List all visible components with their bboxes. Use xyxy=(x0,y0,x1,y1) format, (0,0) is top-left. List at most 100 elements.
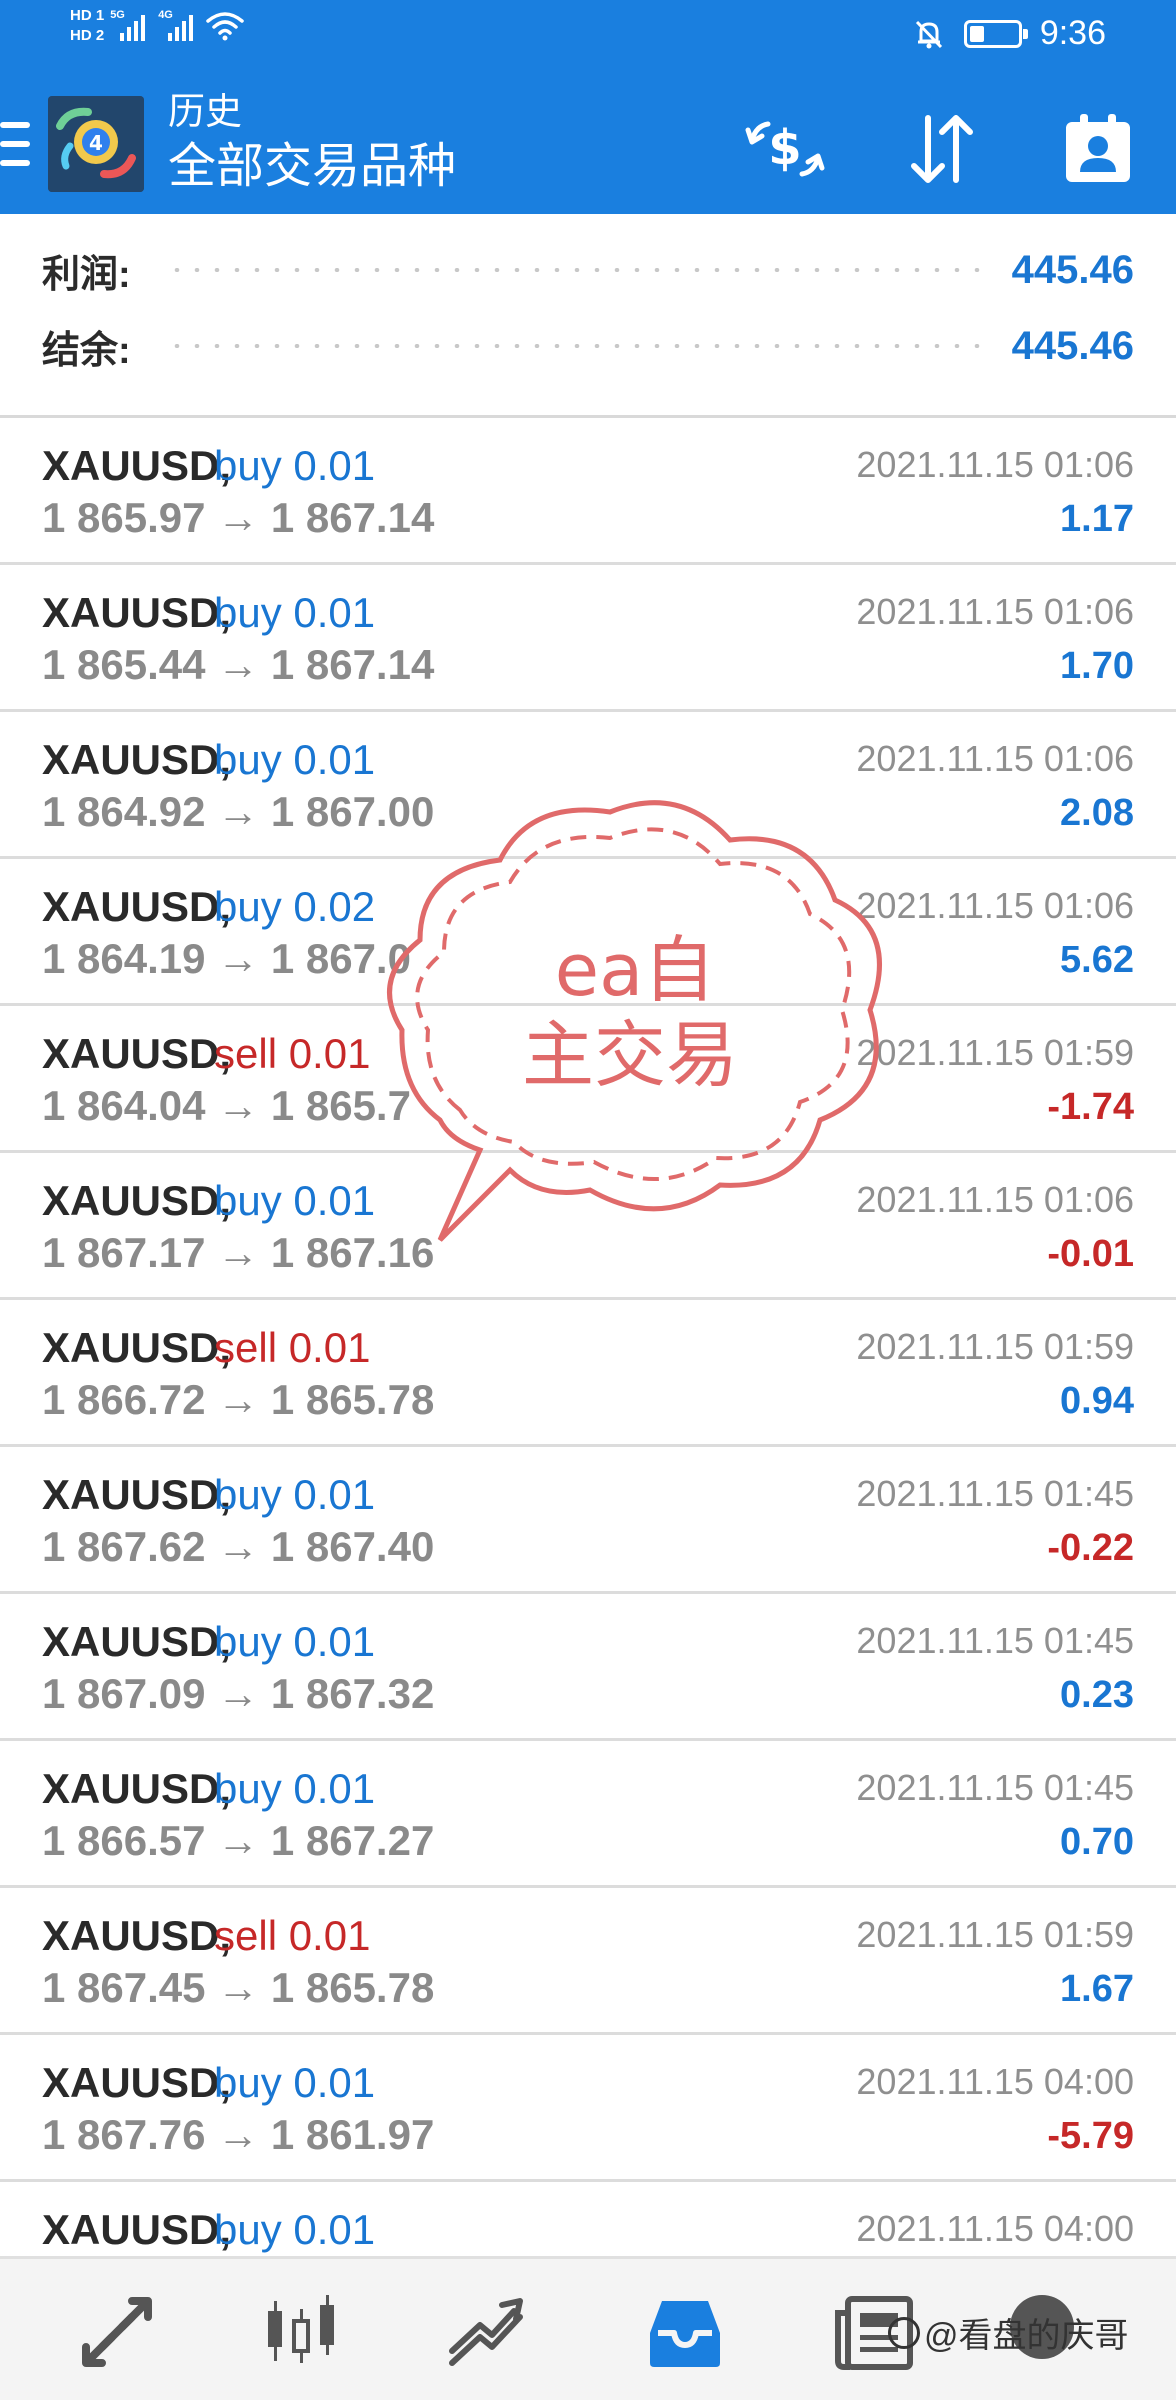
trade-action: buy 0.01 xyxy=(214,1618,376,1665)
trade-prices: 1 867.76 → 1 861.97 xyxy=(42,2111,435,2158)
trade-action: buy 0.02 xyxy=(214,883,376,930)
battery-icon xyxy=(963,19,1028,48)
trade-profit: 5.62 xyxy=(1060,939,1134,981)
trade-time: 2021.11.15 01:59 xyxy=(856,1326,1134,1367)
trade-time: 2021.11.15 01:06 xyxy=(856,738,1134,779)
trade-prices: 1 867.62 → 1 867.40 xyxy=(42,1523,435,1570)
trade-symbol: XAUUSD, xyxy=(42,736,232,783)
status-right: 9:36 xyxy=(912,14,1106,53)
trade-row[interactable]: XAUUSD, buy 0.01 1 865.97 → 1 867.14 2021.1… xyxy=(0,418,1176,565)
trade-symbol: XAUUSD, xyxy=(42,1765,232,1812)
trade-time: 2021.11.15 01:45 xyxy=(856,1767,1134,1808)
bell-muted-icon xyxy=(915,20,942,48)
trade-profit: -0.22 xyxy=(1047,1527,1134,1569)
trade-prices: 1 867.45 → 1 865.78 xyxy=(42,1964,435,2011)
sort-icon[interactable] xyxy=(898,106,984,192)
trade-profit: -1.74 xyxy=(1047,1086,1134,1128)
account-summary: 利润: 445.46 结余: 445.46 xyxy=(0,214,1176,418)
trade-symbol: XAUUSD, xyxy=(42,1471,232,1518)
trade-action: sell 0.01 xyxy=(214,1912,371,1959)
trade-profit: -5.79 xyxy=(1047,2115,1134,2157)
trade-time: 2021.11.15 01:59 xyxy=(856,1914,1134,1955)
trade-profit: 1.17 xyxy=(1060,498,1134,540)
hd-indicators: HD 1 HD 2 xyxy=(70,8,104,44)
balance-value: 445.46 xyxy=(1011,323,1134,368)
trade-prices: 1 865.44 → 1 867.14 xyxy=(42,641,435,688)
dotted-leader xyxy=(166,268,990,272)
trade-symbol: XAUUSD, xyxy=(42,1324,232,1371)
trade-prices: 1 866.72 → 1 865.78 xyxy=(42,1376,435,1423)
trade-symbol: XAUUSD, xyxy=(42,589,232,636)
trade-time: 2021.11.15 01:06 xyxy=(856,1179,1134,1220)
history-icon[interactable] xyxy=(640,2287,730,2377)
app-header: 4 历史 全部交易品种 $ xyxy=(0,80,1176,214)
ea-auto-trade-stamp: ea自 主交易 xyxy=(387,800,882,1242)
hd2-label: HD 2 xyxy=(70,27,105,44)
trade-action: buy 0.01 xyxy=(214,1765,376,1812)
trade-prices: 1 867.17 → 1 867.16 xyxy=(42,1229,435,1276)
stamp-line2: 主交易 xyxy=(522,1013,738,1097)
profit-value: 445.46 xyxy=(1011,247,1134,292)
trade-symbol: XAUUSD, xyxy=(42,1177,232,1224)
trade-action: buy 0.01 xyxy=(214,2206,376,2253)
trade-profit: 0.94 xyxy=(1060,1380,1134,1422)
trade-action: buy 0.01 xyxy=(214,2059,376,2106)
trade-time: 2021.11.15 04:00 xyxy=(856,2208,1134,2249)
trade-row[interactable]: XAUUSD, sell 0.01 1 867.45 → 1 865.78 2021.… xyxy=(0,1888,1176,2035)
watermark: @看盘的庆哥 xyxy=(888,2308,1129,2357)
menu-icon[interactable] xyxy=(0,122,30,166)
dotted-leader xyxy=(166,344,990,348)
signal-icon-4g: 4G xyxy=(158,9,200,41)
stamp-line1: ea自 xyxy=(555,928,715,1012)
trade-action: buy 0.01 xyxy=(214,589,376,636)
trade-time: 2021.11.15 01:45 xyxy=(856,1620,1134,1661)
trade-row[interactable]: XAUUSD, buy 0.01 1 867.76 → 1 861.97 2021.1… xyxy=(0,2035,1176,2182)
trade-profit: 2.08 xyxy=(1060,792,1134,834)
header-title[interactable]: 全部交易品种 xyxy=(168,138,456,196)
trade-action: buy 0.01 xyxy=(214,1471,376,1518)
trade-row[interactable]: XAUUSD, sell 0.01 1 866.72 → 1 865.78 2021.… xyxy=(0,1300,1176,1447)
trade-row[interactable]: XAUUSD, buy 0.01 1 866.57 → 1 867.27 2021.1… xyxy=(0,1741,1176,1888)
trade-row[interactable]: XAUUSD, buy 0.01 1 867.09 → 1 867.32 2021.1… xyxy=(0,1594,1176,1741)
contact-card-icon[interactable] xyxy=(1054,106,1140,192)
trade-profit: -0.01 xyxy=(1047,1233,1134,1275)
trade-prices: 1 864.92 → 1 867.00 xyxy=(42,788,435,835)
svg-text:$: $ xyxy=(768,120,801,176)
trade-action: buy 0.01 xyxy=(214,736,376,783)
balance-row: 结余: 445.46 xyxy=(42,308,1134,384)
trade-symbol: XAUUSD, xyxy=(42,2206,232,2253)
trade-row[interactable]: XAUUSD, buy 0.01 1 867.62 → 1 867.40 2021.1… xyxy=(0,1447,1176,1594)
mt4-logo: 4 xyxy=(48,96,144,192)
profit-label: 利润: xyxy=(42,253,131,296)
trade-profit: 0.70 xyxy=(1060,1821,1134,1863)
trade-action: sell 0.01 xyxy=(214,1030,371,1077)
signal-icon-5g: 5G xyxy=(110,9,152,41)
balance-label: 结余: xyxy=(42,329,131,372)
status-left: HD 1 HD 2 5G 4G xyxy=(70,8,244,44)
trade-profit: 1.67 xyxy=(1060,1968,1134,2010)
trade-symbol: XAUUSD, xyxy=(42,1618,232,1665)
trade-profit: 0.23 xyxy=(1060,1674,1134,1716)
trade-time: 2021.11.15 01:06 xyxy=(856,885,1134,926)
watermark-logo-icon xyxy=(888,2316,920,2349)
header-subtitle: 历史 xyxy=(168,91,242,132)
trade-row[interactable]: XAUUSD, buy 0.01 1 865.44 → 1 867.14 2021.1… xyxy=(0,565,1176,712)
trade-prices: 1 865.97 → 1 867.14 xyxy=(42,494,435,541)
trade-time: 2021.11.15 01:06 xyxy=(856,444,1134,485)
chart-icon[interactable] xyxy=(256,2287,346,2377)
quotes-icon[interactable] xyxy=(72,2287,162,2377)
trade-prices: 1 864.04 → 1 865.7 xyxy=(42,1082,411,1129)
trade-action: buy 0.01 xyxy=(214,442,376,489)
trade-time: 2021.11.15 04:00 xyxy=(856,2061,1134,2102)
svg-text:4: 4 xyxy=(89,131,103,155)
status-time: 9:36 xyxy=(1039,14,1106,52)
trade-symbol: XAUUSD, xyxy=(42,1912,232,1959)
trade-symbol: XAUUSD, xyxy=(42,883,232,930)
trade-symbol: XAUUSD, xyxy=(42,442,232,489)
trade-prices: 1 864.19 → 1 867.0 xyxy=(42,935,411,982)
trade-icon[interactable] xyxy=(440,2287,530,2377)
currency-exchange-icon[interactable]: $ xyxy=(742,106,828,192)
wifi-icon xyxy=(206,12,244,41)
trade-symbol: XAUUSD, xyxy=(42,1030,232,1077)
trade-profit: 1.70 xyxy=(1060,645,1134,687)
